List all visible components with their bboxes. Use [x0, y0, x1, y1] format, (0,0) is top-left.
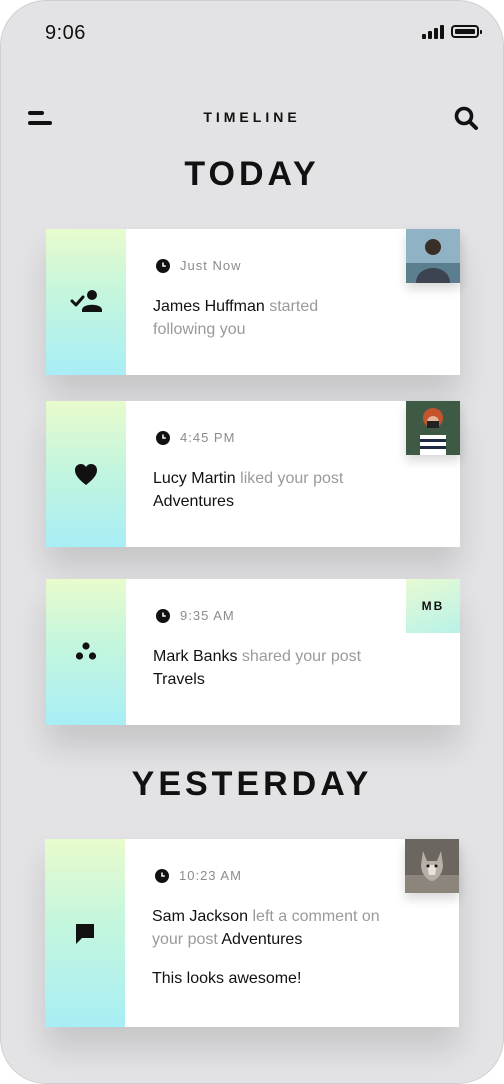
- notification-card-like[interactable]: 4:45 PM Lucy Martin liked your post Adve…: [46, 401, 460, 547]
- action-text: shared your post: [237, 648, 362, 665]
- comment-text: This looks awesome!: [152, 970, 302, 987]
- phone-screen: 9:06 TIMELINE TODAY Just Now James Huffm…: [0, 0, 504, 1084]
- card-accent-strip: [46, 229, 126, 375]
- signal-icon: [422, 25, 446, 39]
- clock-icon: [155, 868, 169, 883]
- status-time: 9:06: [45, 22, 86, 44]
- card-timestamp: Just Now: [156, 258, 241, 273]
- notification-card-share[interactable]: 9:35 AM Mark Banks shared your post Trav…: [46, 579, 460, 725]
- clock-icon: [156, 608, 170, 623]
- notification-text: Sam Jackson left a comment on your post …: [152, 905, 382, 951]
- share-icon: [75, 642, 97, 660]
- notification-card-follow[interactable]: Just Now James Huffman started following…: [46, 229, 460, 375]
- user-initials-avatar[interactable]: MB: [406, 579, 460, 633]
- notification-text: Lucy Martin liked your post Adventures: [153, 467, 383, 513]
- user-name[interactable]: Mark Banks: [153, 648, 237, 665]
- heart-icon: [75, 464, 97, 485]
- comment-icon: [76, 924, 94, 944]
- post-link[interactable]: Adventures: [221, 931, 302, 948]
- timestamp-text: 4:45 PM: [180, 430, 236, 445]
- notification-text: James Huffman started following you: [153, 295, 383, 341]
- card-accent-strip: [46, 579, 126, 725]
- user-check-icon: [70, 290, 102, 312]
- user-name[interactable]: James Huffman: [153, 298, 265, 315]
- post-link[interactable]: Adventures: [153, 493, 234, 510]
- card-timestamp: 4:45 PM: [156, 430, 235, 445]
- notification-text: Mark Banks shared your post Travels: [153, 645, 383, 691]
- user-name[interactable]: Lucy Martin: [153, 470, 236, 487]
- section-heading-yesterday: YESTERDAY: [131, 765, 373, 803]
- timestamp-text: 9:35 AM: [180, 608, 235, 623]
- timestamp-text: Just Now: [180, 258, 242, 273]
- post-link[interactable]: Travels: [153, 671, 205, 688]
- user-avatar-photo[interactable]: [406, 401, 460, 455]
- card-timestamp: 10:23 AM: [155, 868, 242, 883]
- notification-card-comment[interactable]: 10:23 AM Sam Jackson left a comment on y…: [45, 839, 459, 1027]
- card-timestamp: 9:35 AM: [156, 608, 235, 623]
- user-name[interactable]: Sam Jackson: [152, 908, 248, 925]
- user-avatar-photo[interactable]: [406, 229, 460, 283]
- page-title: TIMELINE: [203, 109, 301, 125]
- action-text: liked your post: [235, 470, 344, 487]
- section-heading-today: TODAY: [184, 155, 320, 193]
- card-accent-strip: [46, 401, 126, 547]
- battery-icon: [451, 25, 482, 38]
- search-icon[interactable]: [453, 105, 479, 131]
- clock-icon: [156, 430, 170, 445]
- user-avatar-photo[interactable]: [405, 839, 459, 893]
- timestamp-text: 10:23 AM: [179, 868, 242, 883]
- clock-icon: [156, 258, 170, 273]
- card-accent-strip: [45, 839, 125, 1027]
